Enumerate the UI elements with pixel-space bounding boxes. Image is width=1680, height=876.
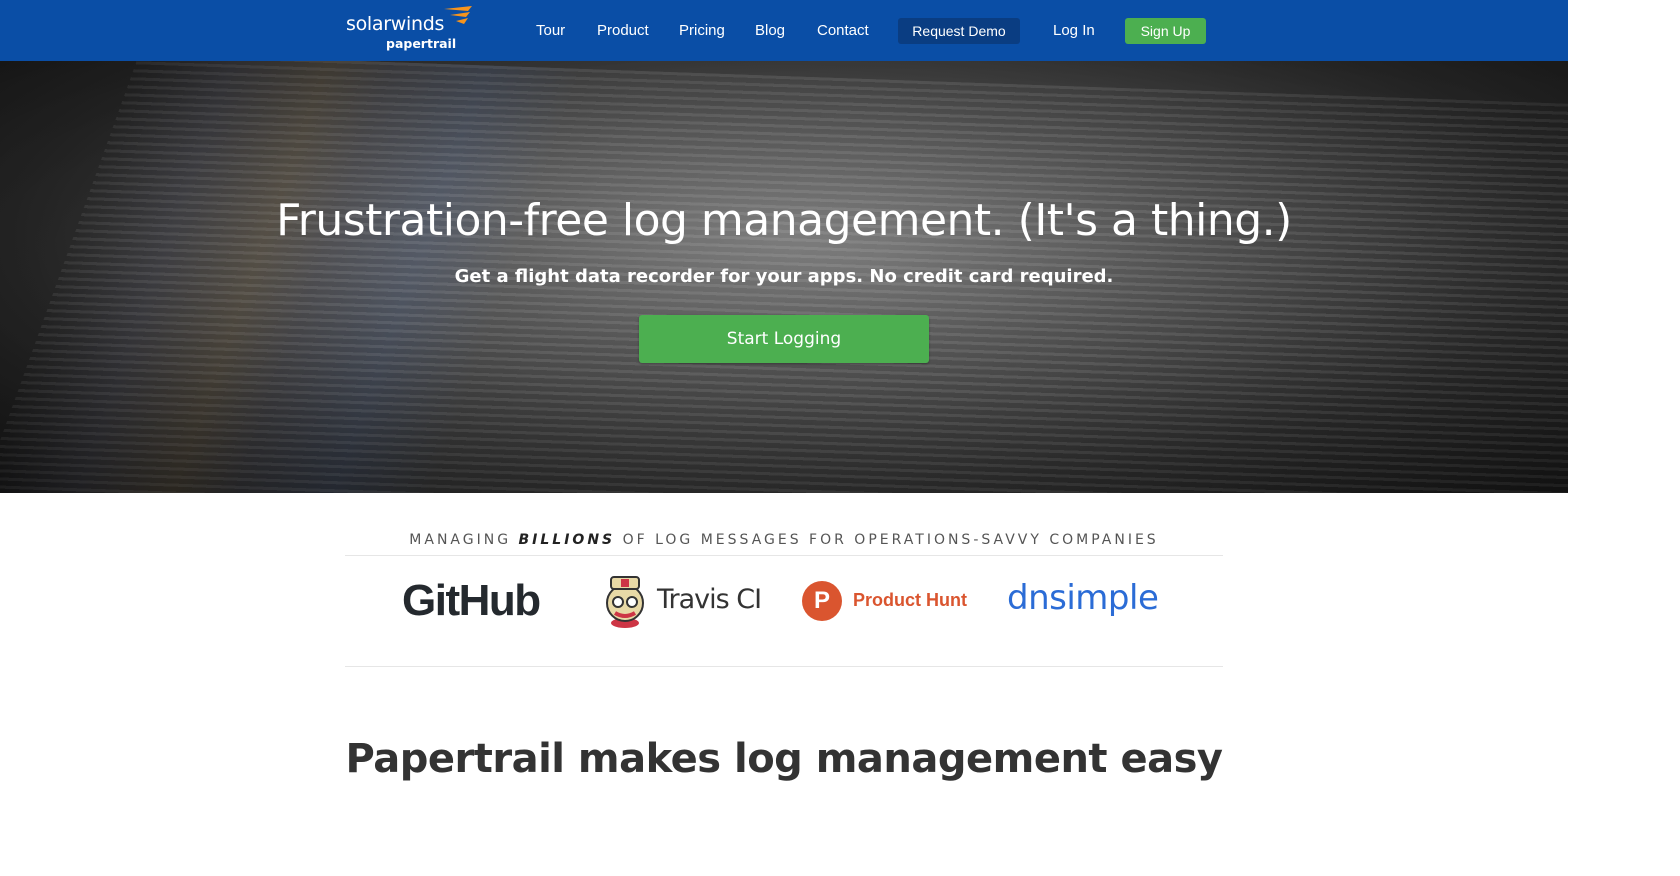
top-nav: solarwinds papertrail Tour Product Prici… (0, 0, 1568, 61)
log-in-link[interactable]: Log In (1053, 22, 1095, 39)
logo-brand-text: solarwinds (346, 13, 445, 35)
section-title: Papertrail makes log management easy (345, 736, 1223, 782)
github-logo: GitHub (402, 576, 541, 625)
product-hunt-icon: P (802, 581, 842, 621)
divider-top (345, 555, 1223, 556)
travis-ci-wordmark: Travis CI (657, 584, 762, 615)
nav-link-pricing[interactable]: Pricing (679, 22, 725, 39)
solarwinds-bird-icon (444, 6, 472, 24)
nav-link-product[interactable]: Product (597, 22, 649, 39)
product-hunt-wordmark: Product Hunt (853, 590, 967, 610)
tagline-suffix: of log messages for operations-savvy com… (615, 532, 1159, 548)
nav-link-contact[interactable]: Contact (817, 22, 869, 39)
sign-up-button[interactable]: Sign Up (1125, 18, 1206, 44)
nav-link-blog[interactable]: Blog (755, 22, 785, 39)
nav-link-tour[interactable]: Tour (536, 22, 565, 39)
hero-subtitle: Get a flight data recorder for your apps… (454, 266, 1114, 287)
start-logging-button[interactable]: Start Logging (639, 315, 929, 363)
travis-ci-logo: Travis CI (597, 573, 772, 629)
logo-product-text: papertrail (386, 36, 457, 51)
tagline-emphasis: Billions (518, 532, 616, 548)
hero-title: Frustration-free log management. (It's a… (276, 195, 1292, 246)
request-demo-button[interactable]: Request Demo (898, 18, 1020, 44)
solarwinds-papertrail-logo[interactable]: solarwinds papertrail (346, 5, 476, 53)
tagline-prefix: Managing (409, 532, 519, 548)
divider-bottom (345, 666, 1223, 667)
hero-section: Frustration-free log management. (It's a… (0, 61, 1568, 493)
product-hunt-logo: P Product Hunt (802, 581, 977, 621)
travis-mascot-icon (606, 576, 644, 628)
dnsimple-logo: dnsimple (1007, 578, 1159, 618)
customers-tagline: Managing Billions of log messages for op… (0, 532, 1568, 548)
